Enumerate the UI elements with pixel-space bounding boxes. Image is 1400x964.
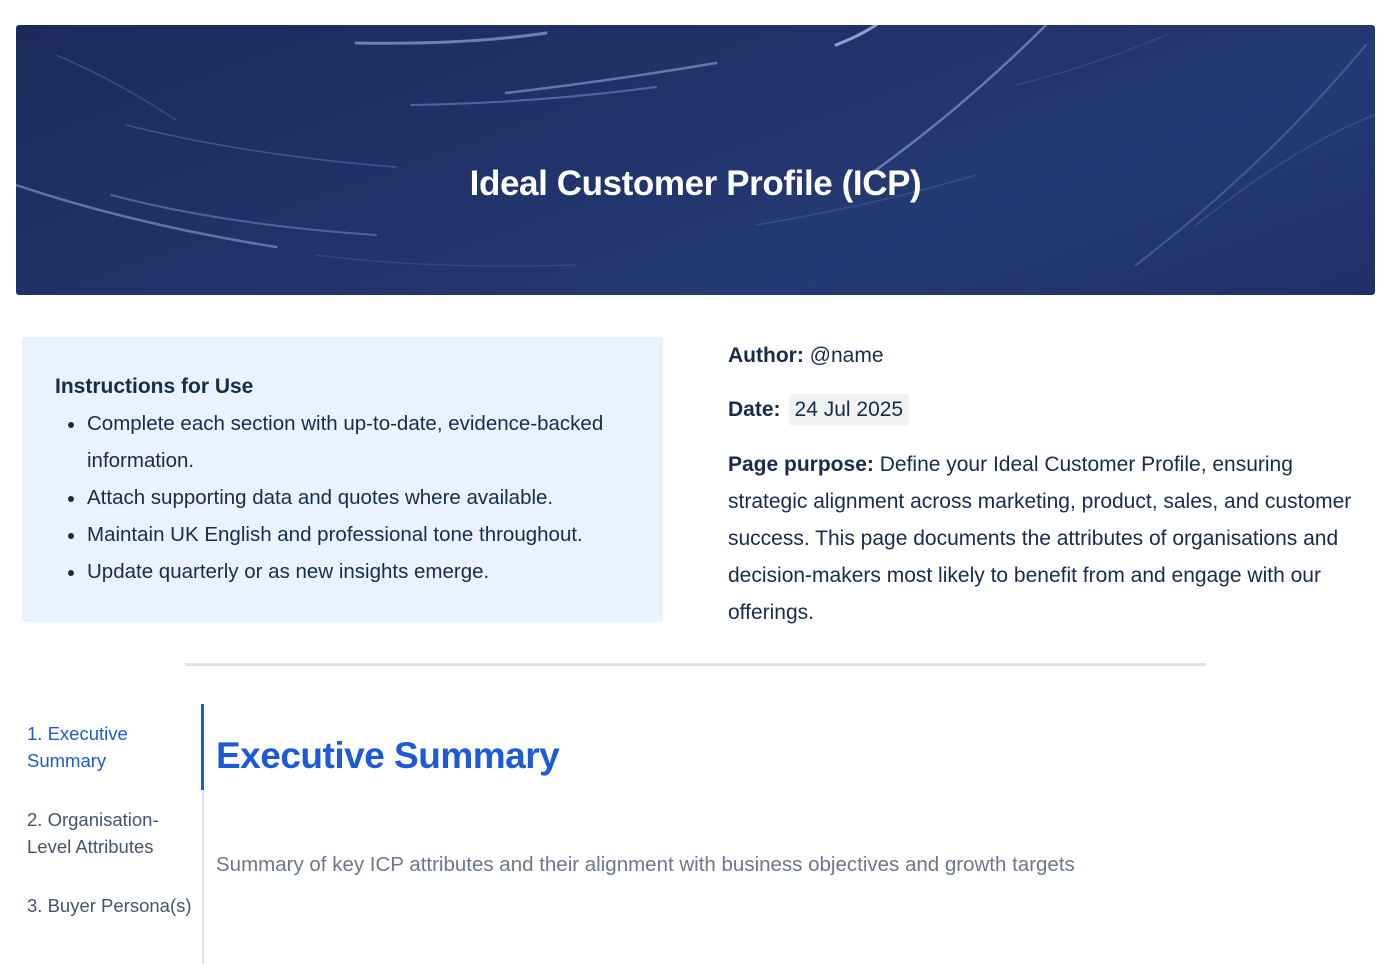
purpose-label: Page purpose:	[728, 453, 874, 476]
instructions-item: Complete each section with up-to-date, e…	[55, 405, 631, 479]
section-summary: Summary of key ICP attributes and their …	[216, 853, 1075, 876]
page-purpose: Page purpose: Define your Ideal Customer…	[728, 446, 1368, 631]
date-line: Date: 24 Jul 2025	[728, 394, 1368, 426]
header-banner: Ideal Customer Profile (ICP)	[16, 25, 1375, 295]
instructions-panel: Instructions for Use Complete each secti…	[22, 337, 663, 622]
purpose-text: Define your Ideal Customer Profile, ensu…	[728, 453, 1352, 624]
toc-active-indicator	[201, 704, 204, 790]
instructions-item: Maintain UK English and professional ton…	[55, 516, 631, 553]
page-meta: Author: @name Date: 24 Jul 2025 Page pur…	[728, 340, 1368, 631]
author-label: Author:	[728, 344, 804, 367]
section-divider	[185, 663, 1206, 666]
instructions-list: Complete each section with up-to-date, e…	[55, 405, 631, 590]
author-mention[interactable]: @name	[810, 344, 884, 367]
page-title: Ideal Customer Profile (ICP)	[469, 164, 922, 203]
author-line: Author: @name	[728, 340, 1368, 372]
toc-item-organisation-attributes[interactable]: 2. Organisation-Level Attributes	[27, 806, 197, 860]
instructions-heading: Instructions for Use	[55, 375, 254, 398]
date-chip[interactable]: 24 Jul 2025	[788, 394, 910, 426]
date-label: Date:	[728, 398, 781, 421]
instructions-item: Attach supporting data and quotes where …	[55, 479, 631, 516]
instructions-item: Update quarterly or as new insights emer…	[55, 553, 631, 590]
toc-item-executive-summary[interactable]: 1. Executive Summary	[27, 720, 197, 774]
toc-item-buyer-personas[interactable]: 3. Buyer Persona(s)	[27, 892, 197, 919]
table-of-contents: 1. Executive Summary 2. Organisation-Lev…	[27, 720, 197, 951]
star-trails-background	[16, 25, 1375, 267]
section-heading: Executive Summary	[216, 735, 560, 776]
